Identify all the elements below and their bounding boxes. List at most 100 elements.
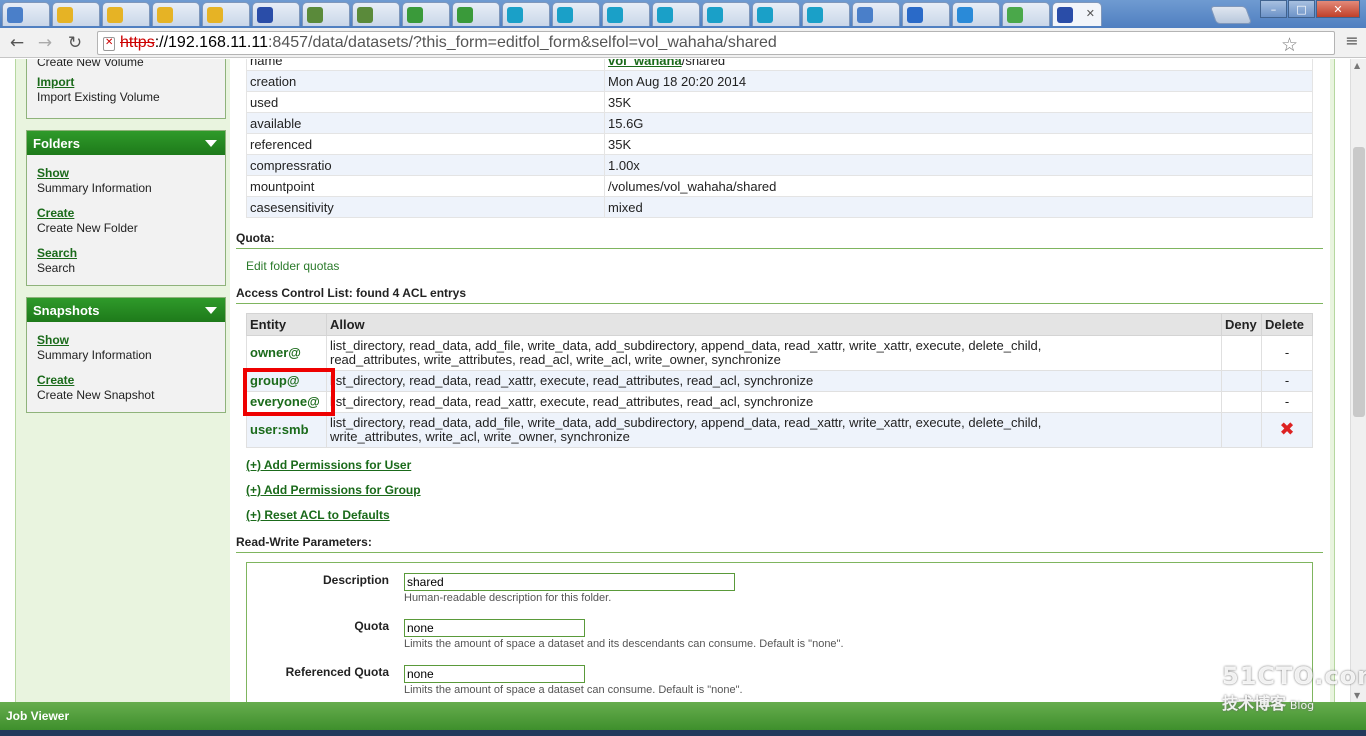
acl-delete-placeholder: -: [1261, 391, 1313, 413]
snapshots-create-link[interactable]: Create: [37, 373, 215, 388]
scroll-thumb[interactable]: [1353, 147, 1365, 417]
browser-tab[interactable]: [352, 2, 400, 26]
browser-tab[interactable]: [652, 2, 700, 26]
snapshots-create-item: Create Create New Snapshot: [27, 363, 225, 403]
import-volume-link[interactable]: Import: [37, 75, 215, 90]
browser-tab[interactable]: [752, 2, 800, 26]
insecure-lock-icon[interactable]: [103, 37, 115, 51]
snapshots-show-item: Show Summary Information: [27, 322, 225, 363]
browser-tab[interactable]: [452, 2, 500, 26]
property-value: vol_wahaha/shared: [604, 59, 1313, 71]
delete-x-icon[interactable]: ✖: [1279, 419, 1294, 440]
browser-tab[interactable]: [852, 2, 900, 26]
folders-header[interactable]: Folders: [27, 131, 225, 155]
maximize-button[interactable]: □: [1288, 0, 1315, 18]
acl-heading: Access Control List: found 4 ACL entrys: [236, 286, 1323, 304]
weather-icon: [157, 6, 173, 23]
leaf-icon: [1007, 6, 1023, 23]
referenced-quota-label: Referenced Quota: [285, 665, 389, 679]
folders-show-link[interactable]: Show: [37, 166, 215, 181]
referenced-quota-input[interactable]: [404, 665, 585, 683]
browser-tab[interactable]: [2, 2, 50, 26]
browser-tab[interactable]: [402, 2, 450, 26]
table-row: everyone@ list_directory, read_data, rea…: [246, 391, 1313, 413]
book-icon: [357, 6, 373, 23]
folders-create-link[interactable]: Create: [37, 206, 215, 221]
description-label: Description: [322, 573, 389, 587]
weather-icon: [207, 6, 223, 23]
minimize-button[interactable]: –: [1260, 0, 1287, 18]
browser-tab[interactable]: [902, 2, 950, 26]
snapshots-show-link[interactable]: Show: [37, 333, 215, 348]
play-icon: [507, 6, 523, 23]
job-viewer-bar[interactable]: Job Viewer: [0, 702, 1366, 730]
folders-panel: Folders Show Summary Information Create …: [26, 130, 226, 286]
reset-acl-link[interactable]: (+) Reset ACL to Defaults: [246, 508, 390, 522]
property-value: 15.6G: [604, 112, 1313, 134]
property-key: casesensitivity: [246, 196, 605, 218]
watermark: 51CTO.com 技术博客 Blog: [1222, 662, 1366, 714]
add-group-permissions-link[interactable]: (+) Add Permissions for Group: [246, 483, 421, 497]
new-tab-button[interactable]: [1209, 6, 1253, 24]
add-user-permissions-link[interactable]: (+) Add Permissions for User: [246, 458, 411, 472]
browser-tab[interactable]: [302, 2, 350, 26]
browser-tab[interactable]: [202, 2, 250, 26]
bookmark-star-icon[interactable]: ☆: [1281, 34, 1298, 56]
browser-tab[interactable]: [802, 2, 850, 26]
play-icon: [757, 6, 773, 23]
acl-deny: [1221, 370, 1262, 392]
browser-tab[interactable]: [252, 2, 300, 26]
acl-delete-placeholder: -: [1261, 335, 1313, 371]
close-window-button[interactable]: ✕: [1316, 0, 1360, 18]
description-input[interactable]: [404, 573, 735, 591]
folders-title: Folders: [33, 136, 80, 151]
url-host: ://192.168.11.11: [154, 34, 268, 51]
table-row: group@ list_directory, read_data, read_x…: [246, 370, 1313, 392]
book-icon: [307, 6, 323, 23]
forward-arrow-icon[interactable]: →: [34, 32, 56, 54]
browser-tab[interactable]: [602, 2, 650, 26]
browser-tab[interactable]: [1002, 2, 1050, 26]
acl-allow: list_directory, read_data, add_file, wri…: [326, 412, 1222, 448]
volume-import-item: Import Import Existing Volume: [27, 70, 225, 105]
property-key: available: [246, 112, 605, 134]
acl-table: Entity Allow Deny Delete owner@ list_dir…: [246, 313, 1313, 448]
browser-tab[interactable]: [552, 2, 600, 26]
table-row: used 35K: [246, 91, 1313, 113]
acl-allow-line: read_attributes, write_attributes, read_…: [330, 352, 781, 367]
property-value: Mon Aug 18 20:20 2014: [604, 70, 1313, 92]
browser-tab[interactable]: [102, 2, 150, 26]
snapshots-create-desc: Create New Snapshot: [37, 388, 155, 402]
edit-quotas-link[interactable]: Edit folder quotas: [246, 259, 339, 273]
address-bar[interactable]: https://192.168.11.11:8457/data/datasets…: [97, 31, 1335, 56]
browser-tab[interactable]: [502, 2, 550, 26]
back-arrow-icon[interactable]: ←: [6, 32, 28, 54]
collapse-triangle-icon[interactable]: [205, 140, 217, 147]
collapse-triangle-icon[interactable]: [205, 307, 217, 314]
folders-search-link[interactable]: Search: [37, 246, 215, 261]
menu-icon[interactable]: ≡: [1342, 31, 1362, 53]
browser-tab[interactable]: [702, 2, 750, 26]
folders-search-item: Search Search: [27, 236, 225, 276]
active-tab[interactable]: ✕: [1052, 2, 1102, 26]
folders-create-desc: Create New Folder: [37, 221, 138, 235]
table-row: owner@ list_directory, read_data, add_fi…: [246, 335, 1313, 371]
folders-create-item: Create Create New Folder: [27, 196, 225, 236]
volume-link[interactable]: vol_wahaha: [608, 59, 682, 68]
close-tab-icon[interactable]: ✕: [1086, 7, 1095, 20]
snapshots-header[interactable]: Snapshots: [27, 298, 225, 322]
property-value: 35K: [604, 133, 1313, 155]
browser-tab[interactable]: [152, 2, 200, 26]
quota-input[interactable]: [404, 619, 585, 637]
url-path: :8457/data/datasets/?this_form=editfol_f…: [267, 34, 777, 51]
scroll-up-icon[interactable]: ▲: [1354, 61, 1360, 70]
quota-help: Limits the amount of space a dataset and…: [404, 638, 844, 650]
paw-icon: [1057, 6, 1073, 23]
reload-icon[interactable]: ↻: [64, 32, 86, 54]
acl-entity: owner@: [246, 335, 327, 371]
table-row: mountpoint/volumes/vol_wahaha/shared: [246, 175, 1313, 197]
volumes-panel: Create New Volume Import Import Existing…: [26, 59, 226, 119]
vertical-scrollbar[interactable]: ▲ ▼: [1350, 59, 1366, 702]
browser-tab[interactable]: [952, 2, 1000, 26]
browser-tab[interactable]: [52, 2, 100, 26]
